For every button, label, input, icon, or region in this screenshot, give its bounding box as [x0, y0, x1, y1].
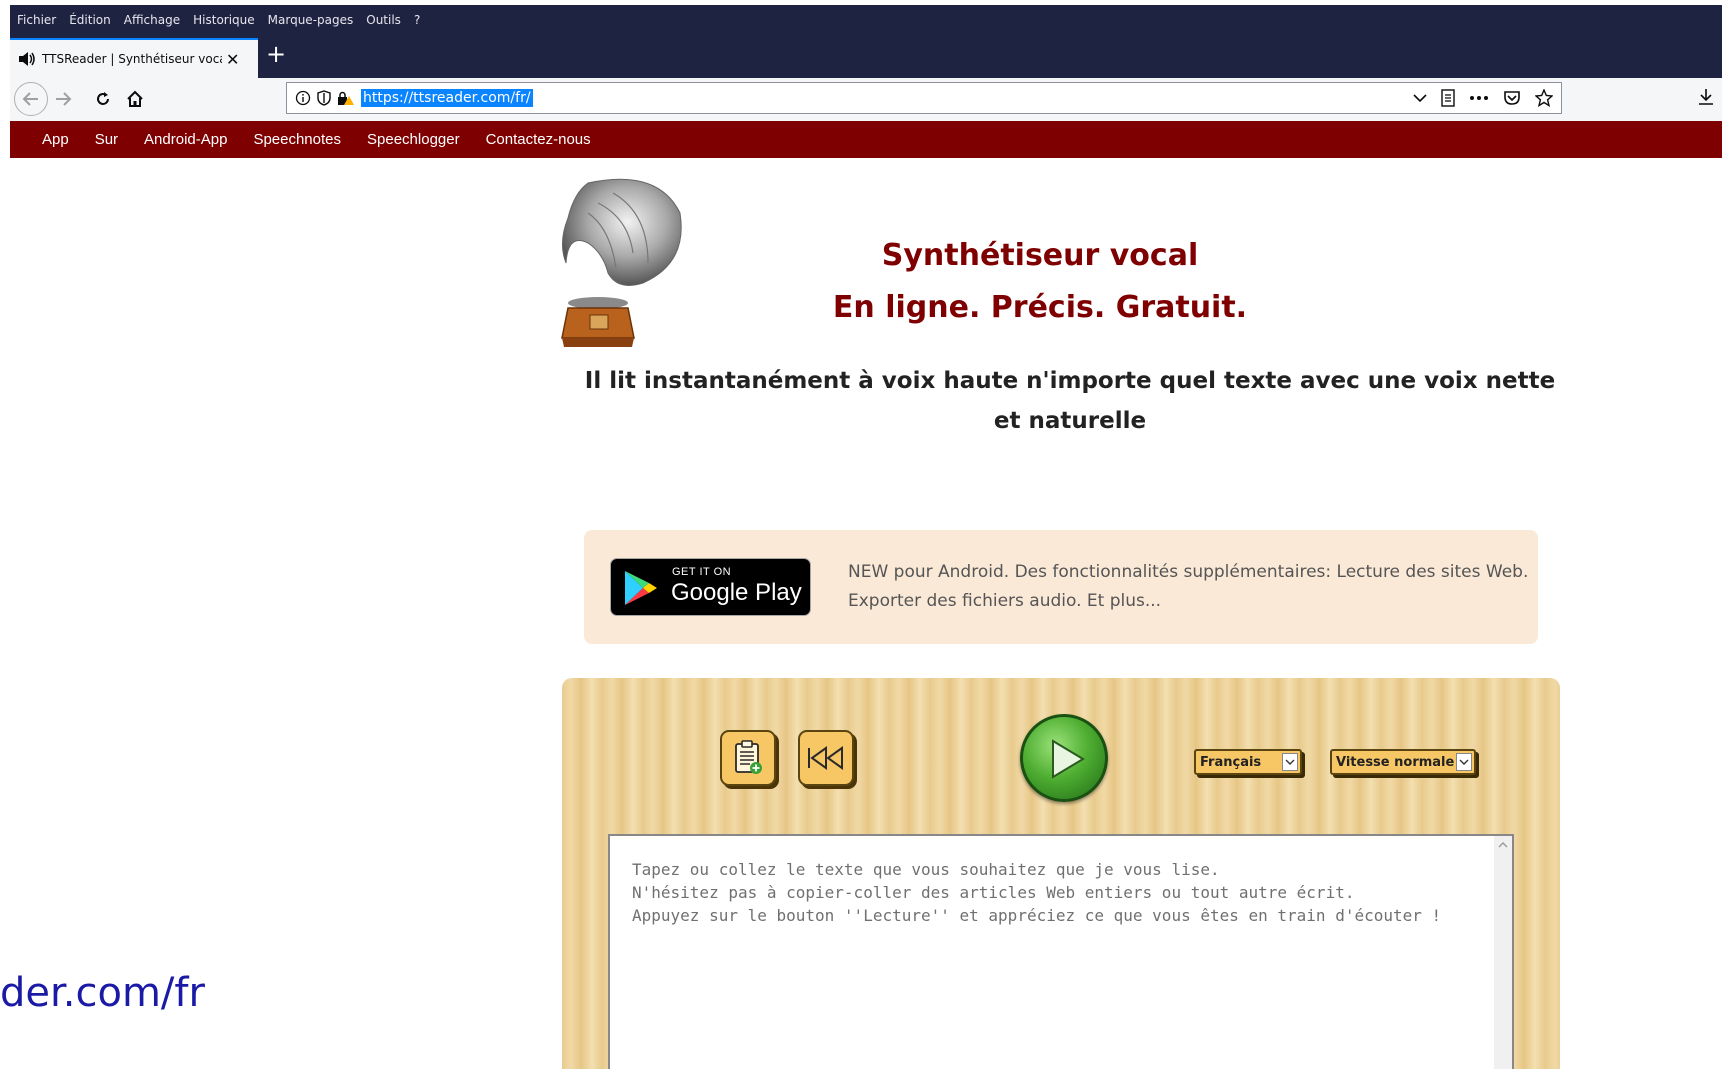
google-play-badge[interactable]: GET IT ON Google Play: [610, 558, 811, 616]
text-input-area[interactable]: Tapez ou collez le texte que vous souhai…: [608, 834, 1514, 1069]
google-play-icon: [625, 571, 657, 605]
language-select[interactable]: Français: [1194, 749, 1302, 775]
language-value: Français: [1200, 754, 1262, 770]
badge-small-text: GET IT ON: [672, 566, 732, 578]
play-button[interactable]: [1020, 714, 1108, 802]
menu-fichier[interactable]: Fichier: [17, 13, 56, 27]
site-navigation: App Sur Android-App Speechnotes Speechlo…: [10, 121, 1722, 158]
chevron-down-icon: [1456, 753, 1472, 771]
bookmark-star-icon[interactable]: [1535, 89, 1553, 107]
menu-marque-pages[interactable]: Marque-pages: [268, 13, 354, 27]
page-subtitle: Il lit instantanément à voix haute n'imp…: [584, 368, 1556, 434]
new-tab-button[interactable]: +: [266, 42, 286, 66]
home-button[interactable]: [120, 84, 150, 114]
skip-back-icon: [808, 746, 843, 770]
speed-value: Vitesse normale: [1336, 754, 1455, 770]
tab-title: TTSReader | Synthétiseur vocal: [42, 52, 222, 66]
paste-button[interactable]: [720, 730, 776, 786]
page-title: Synthétiseur vocal En ligne. Précis. Gra…: [710, 230, 1370, 334]
promo-text: NEW pour Android. Des fonctionnalités su…: [848, 562, 1529, 611]
tab-bar: TTSReader | Synthétiseur vocal ✕ +: [10, 34, 1722, 78]
nav-sur[interactable]: Sur: [95, 131, 118, 148]
menu-historique[interactable]: Historique: [193, 13, 255, 27]
scroll-up-icon[interactable]: [1498, 842, 1508, 848]
menu-affichage[interactable]: Affichage: [124, 13, 180, 27]
gramophone-logo: [561, 178, 682, 347]
title-line-1: Synthétiseur vocal: [881, 238, 1199, 273]
status-bar-link: der.com/fr: [0, 970, 205, 1016]
chevron-down-icon[interactable]: [1413, 93, 1427, 103]
reload-icon: [97, 92, 109, 105]
address-bar[interactable]: https://ttsreader.com/fr/: [286, 82, 1562, 114]
browser-window: Fichier Édition Affichage Historique Mar…: [10, 5, 1722, 1069]
text-scrollbar[interactable]: [1494, 836, 1512, 1069]
tts-player: Français Vitesse normale Tapez ou collez…: [562, 678, 1560, 1069]
close-tab-icon[interactable]: ✕: [226, 50, 239, 69]
speed-select[interactable]: Vitesse normale: [1330, 749, 1476, 775]
title-line-2: En ligne. Précis. Gratuit.: [832, 290, 1248, 325]
url-text[interactable]: https://ttsreader.com/fr/: [361, 89, 533, 107]
more-actions-icon[interactable]: [1469, 95, 1489, 101]
navigation-bar: https://ttsreader.com/fr/: [10, 78, 1722, 122]
tab-ttsreader[interactable]: TTSReader | Synthétiseur vocal ✕: [10, 38, 258, 78]
reload-button[interactable]: [88, 84, 118, 114]
menu-help[interactable]: ?: [414, 13, 420, 27]
text-placeholder: Tapez ou collez le texte que vous souhai…: [632, 860, 1442, 925]
nav-contact[interactable]: Contactez-nous: [486, 131, 591, 148]
nav-app[interactable]: App: [42, 131, 69, 148]
menu-edition[interactable]: Édition: [69, 13, 111, 27]
shield-icon[interactable]: [317, 90, 331, 106]
badge-big-text: Google Play: [671, 579, 802, 606]
forward-button[interactable]: [48, 84, 78, 114]
arrow-right-icon: [56, 92, 72, 106]
menu-outils[interactable]: Outils: [366, 13, 401, 27]
menu-bar: Fichier Édition Affichage Historique Mar…: [10, 5, 1722, 34]
back-button[interactable]: [14, 82, 48, 116]
reader-view-icon[interactable]: [1441, 89, 1455, 107]
play-icon: [1052, 739, 1085, 779]
pocket-icon[interactable]: [1503, 90, 1521, 106]
lock-warning-icon[interactable]: [337, 90, 355, 106]
speaker-icon[interactable]: [18, 51, 36, 67]
nav-speechnotes[interactable]: Speechnotes: [253, 131, 341, 148]
rewind-button[interactable]: [798, 730, 854, 786]
android-promo-banner: GET IT ON Google Play NEW pour Android. …: [584, 530, 1538, 644]
clipboard-add-icon: [735, 740, 762, 774]
home-icon: [127, 90, 143, 107]
nav-android-app[interactable]: Android-App: [144, 131, 227, 148]
arrow-left-icon: [22, 92, 38, 106]
info-icon[interactable]: [295, 90, 311, 106]
download-icon[interactable]: [1698, 88, 1714, 106]
chevron-down-icon: [1282, 753, 1298, 771]
nav-speechlogger[interactable]: Speechlogger: [367, 131, 460, 148]
